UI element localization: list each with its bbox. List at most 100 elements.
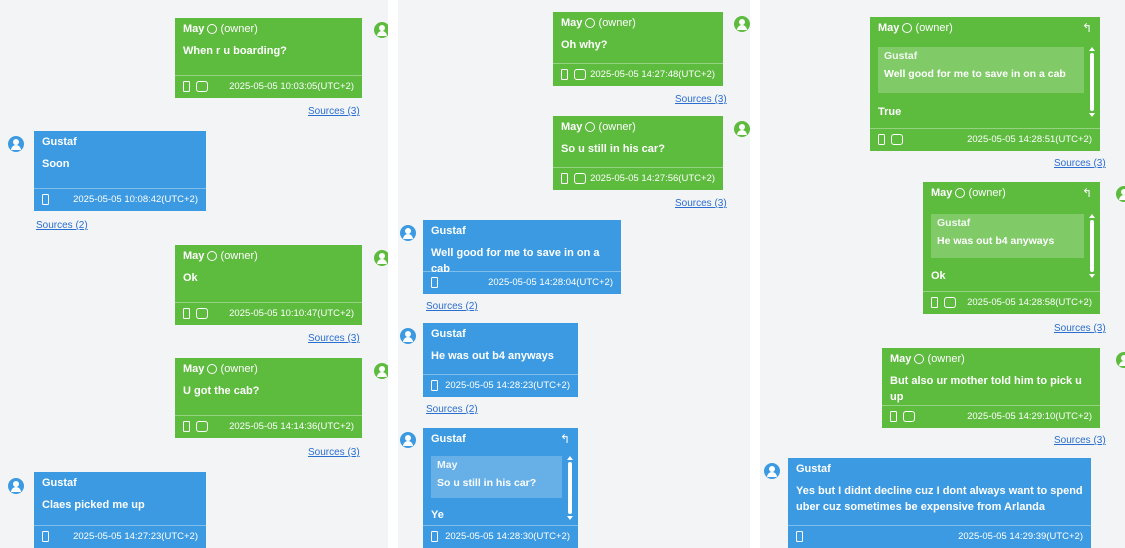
contact-icon: [902, 23, 913, 34]
timestamp: 2025-05-05 14:27:23(UTC+2): [73, 531, 198, 542]
scrollbar[interactable]: [1089, 214, 1095, 278]
message-bubble[interactable]: May (owner) But also ur mother told him …: [882, 348, 1100, 428]
owner-tag: (owner): [927, 353, 965, 365]
message-text: So u still in his car?: [561, 143, 665, 155]
quoted-message[interactable]: Gustaf Well good for me to save in on a …: [878, 47, 1084, 93]
message-footer: 2025-05-05 14:14:36(UTC+2): [175, 415, 362, 438]
message-bubble[interactable]: Gustaf Claes picked me up 2025-05-05 14:…: [34, 472, 206, 548]
avatar-icon: [374, 363, 388, 379]
avatar-icon: [400, 328, 416, 344]
phone-icon: [183, 420, 190, 432]
sender-header: May (owner): [175, 358, 362, 380]
message-footer: 2025-05-05 14:27:56(UTC+2): [553, 167, 723, 190]
timestamp: 2025-05-05 14:14:36(UTC+2): [229, 421, 354, 432]
message-bubble[interactable]: Gustaf ↰ May So u still in his car? Ye 20…: [423, 428, 578, 548]
phone-icon: [183, 80, 190, 92]
message-footer: 2025-05-05 14:29:10(UTC+2): [882, 405, 1100, 428]
message-footer: 2025-05-05 10:08:42(UTC+2): [34, 188, 206, 211]
sender-name: Gustaf: [431, 433, 466, 445]
timestamp: 2025-05-05 10:10:47(UTC+2): [229, 308, 354, 319]
sources-link[interactable]: Sources (3): [1054, 323, 1106, 334]
message-bubble[interactable]: May (owner) Ok 2025-05-05 10:10:47(UTC+2…: [175, 245, 362, 325]
message-bubble[interactable]: May (owner) When r u boarding? 2025-05-0…: [175, 18, 362, 98]
sender-header: May (owner) ↰: [870, 17, 1100, 39]
message-bubble[interactable]: May (owner) ↰ Gustaf Well good for me to …: [870, 17, 1100, 151]
contact-icon: [207, 24, 218, 35]
contact-icon: [585, 18, 596, 29]
owner-tag: (owner): [220, 363, 258, 375]
timestamp: 2025-05-05 14:28:58(UTC+2): [967, 297, 1092, 308]
message-text: Claes picked me up: [42, 499, 145, 511]
reply-icon[interactable]: ↰: [560, 428, 570, 450]
quoted-message[interactable]: May So u still in his car?: [431, 456, 562, 498]
chat-column-3: May (owner) ↰ Gustaf Well good for me to …: [760, 0, 1125, 548]
sources-link[interactable]: Sources (2): [426, 404, 478, 415]
group-icon: [196, 80, 208, 92]
phone-icon: [878, 133, 885, 145]
message-footer: 2025-05-05 10:10:47(UTC+2): [175, 302, 362, 325]
sources-link[interactable]: Sources (3): [675, 94, 727, 105]
scrollbar[interactable]: [1089, 47, 1095, 117]
sender-name: May: [183, 363, 205, 375]
phone-icon: [931, 296, 938, 308]
contact-icon: [585, 122, 596, 133]
phone-icon: [183, 307, 190, 319]
quoted-message[interactable]: Gustaf He was out b4 anyways: [931, 214, 1084, 258]
quoted-sender: May: [437, 459, 458, 471]
phone-icon: [890, 410, 897, 422]
quoted-sender: Gustaf: [937, 217, 971, 229]
message-footer: 2025-05-05 10:03:05(UTC+2): [175, 75, 362, 98]
sender-name: May: [561, 17, 583, 29]
group-icon: [944, 296, 956, 308]
sender-name: May: [561, 121, 583, 133]
sender-name: Gustaf: [431, 328, 466, 340]
sender-name: May: [931, 187, 953, 199]
sender-header: May (owner): [553, 116, 723, 138]
avatar-icon: [400, 432, 416, 448]
sender-header: Gustaf ↰: [423, 428, 578, 450]
phone-icon: [561, 68, 568, 80]
timestamp: 2025-05-05 14:28:23(UTC+2): [445, 380, 570, 391]
message-bubble[interactable]: Gustaf Yes but I didnt decline cuz I don…: [788, 458, 1091, 548]
message-bubble[interactable]: Gustaf Well good for me to save in on a …: [423, 220, 621, 294]
sources-link[interactable]: Sources (3): [308, 106, 360, 117]
message-text: But also ur mother told him to pick u up: [890, 375, 1082, 403]
avatar-icon: [734, 121, 750, 137]
message-text: Yes but I didnt decline cuz I dont alway…: [796, 485, 1083, 513]
reply-icon[interactable]: ↰: [1082, 17, 1092, 39]
reply-icon[interactable]: ↰: [1082, 182, 1092, 204]
message-text: U got the cab?: [183, 385, 260, 397]
timestamp: 2025-05-05 14:29:10(UTC+2): [967, 411, 1092, 422]
group-icon: [574, 68, 586, 80]
sources-link[interactable]: Sources (3): [308, 447, 360, 458]
message-bubble[interactable]: May (owner) U got the cab? 2025-05-05 14…: [175, 358, 362, 438]
quoted-sender: Gustaf: [884, 50, 918, 62]
sources-link[interactable]: Sources (2): [426, 301, 478, 312]
sender-name: Gustaf: [431, 225, 466, 237]
scrollbar[interactable]: [567, 456, 573, 520]
message-footer: 2025-05-05 14:28:51(UTC+2): [870, 128, 1100, 151]
group-icon: [196, 420, 208, 432]
timestamp: 2025-05-05 10:03:05(UTC+2): [229, 81, 354, 92]
sources-link[interactable]: Sources (3): [1054, 158, 1106, 169]
sources-link[interactable]: Sources (3): [1054, 435, 1106, 446]
sender-header: May (owner): [175, 18, 362, 40]
sender-name: Gustaf: [42, 477, 77, 489]
sources-link[interactable]: Sources (3): [675, 198, 727, 209]
message-bubble[interactable]: May (owner) So u still in his car? 2025-…: [553, 116, 723, 190]
sources-link[interactable]: Sources (3): [308, 333, 360, 344]
quoted-text: He was out b4 anyways: [937, 235, 1055, 247]
message-bubble[interactable]: Gustaf He was out b4 anyways 2025-05-05 …: [423, 323, 578, 397]
message-bubble[interactable]: Gustaf Soon 2025-05-05 10:08:42(UTC+2): [34, 131, 206, 211]
phone-icon: [796, 530, 803, 542]
message-bubble[interactable]: May (owner) ↰ Gustaf He was out b4 anyway…: [923, 182, 1100, 314]
message-footer: 2025-05-05 14:27:48(UTC+2): [553, 63, 723, 86]
sources-link[interactable]: Sources (2): [36, 220, 88, 231]
phone-icon: [431, 530, 438, 542]
timestamp: 2025-05-05 14:27:56(UTC+2): [590, 173, 715, 184]
avatar-icon: [764, 463, 780, 479]
message-bubble[interactable]: May (owner) Oh why? 2025-05-05 14:27:48(…: [553, 12, 723, 86]
contact-icon: [914, 354, 925, 365]
quoted-text: Well good for me to save in on a cab: [884, 68, 1066, 80]
quoted-text: So u still in his car?: [437, 477, 537, 489]
